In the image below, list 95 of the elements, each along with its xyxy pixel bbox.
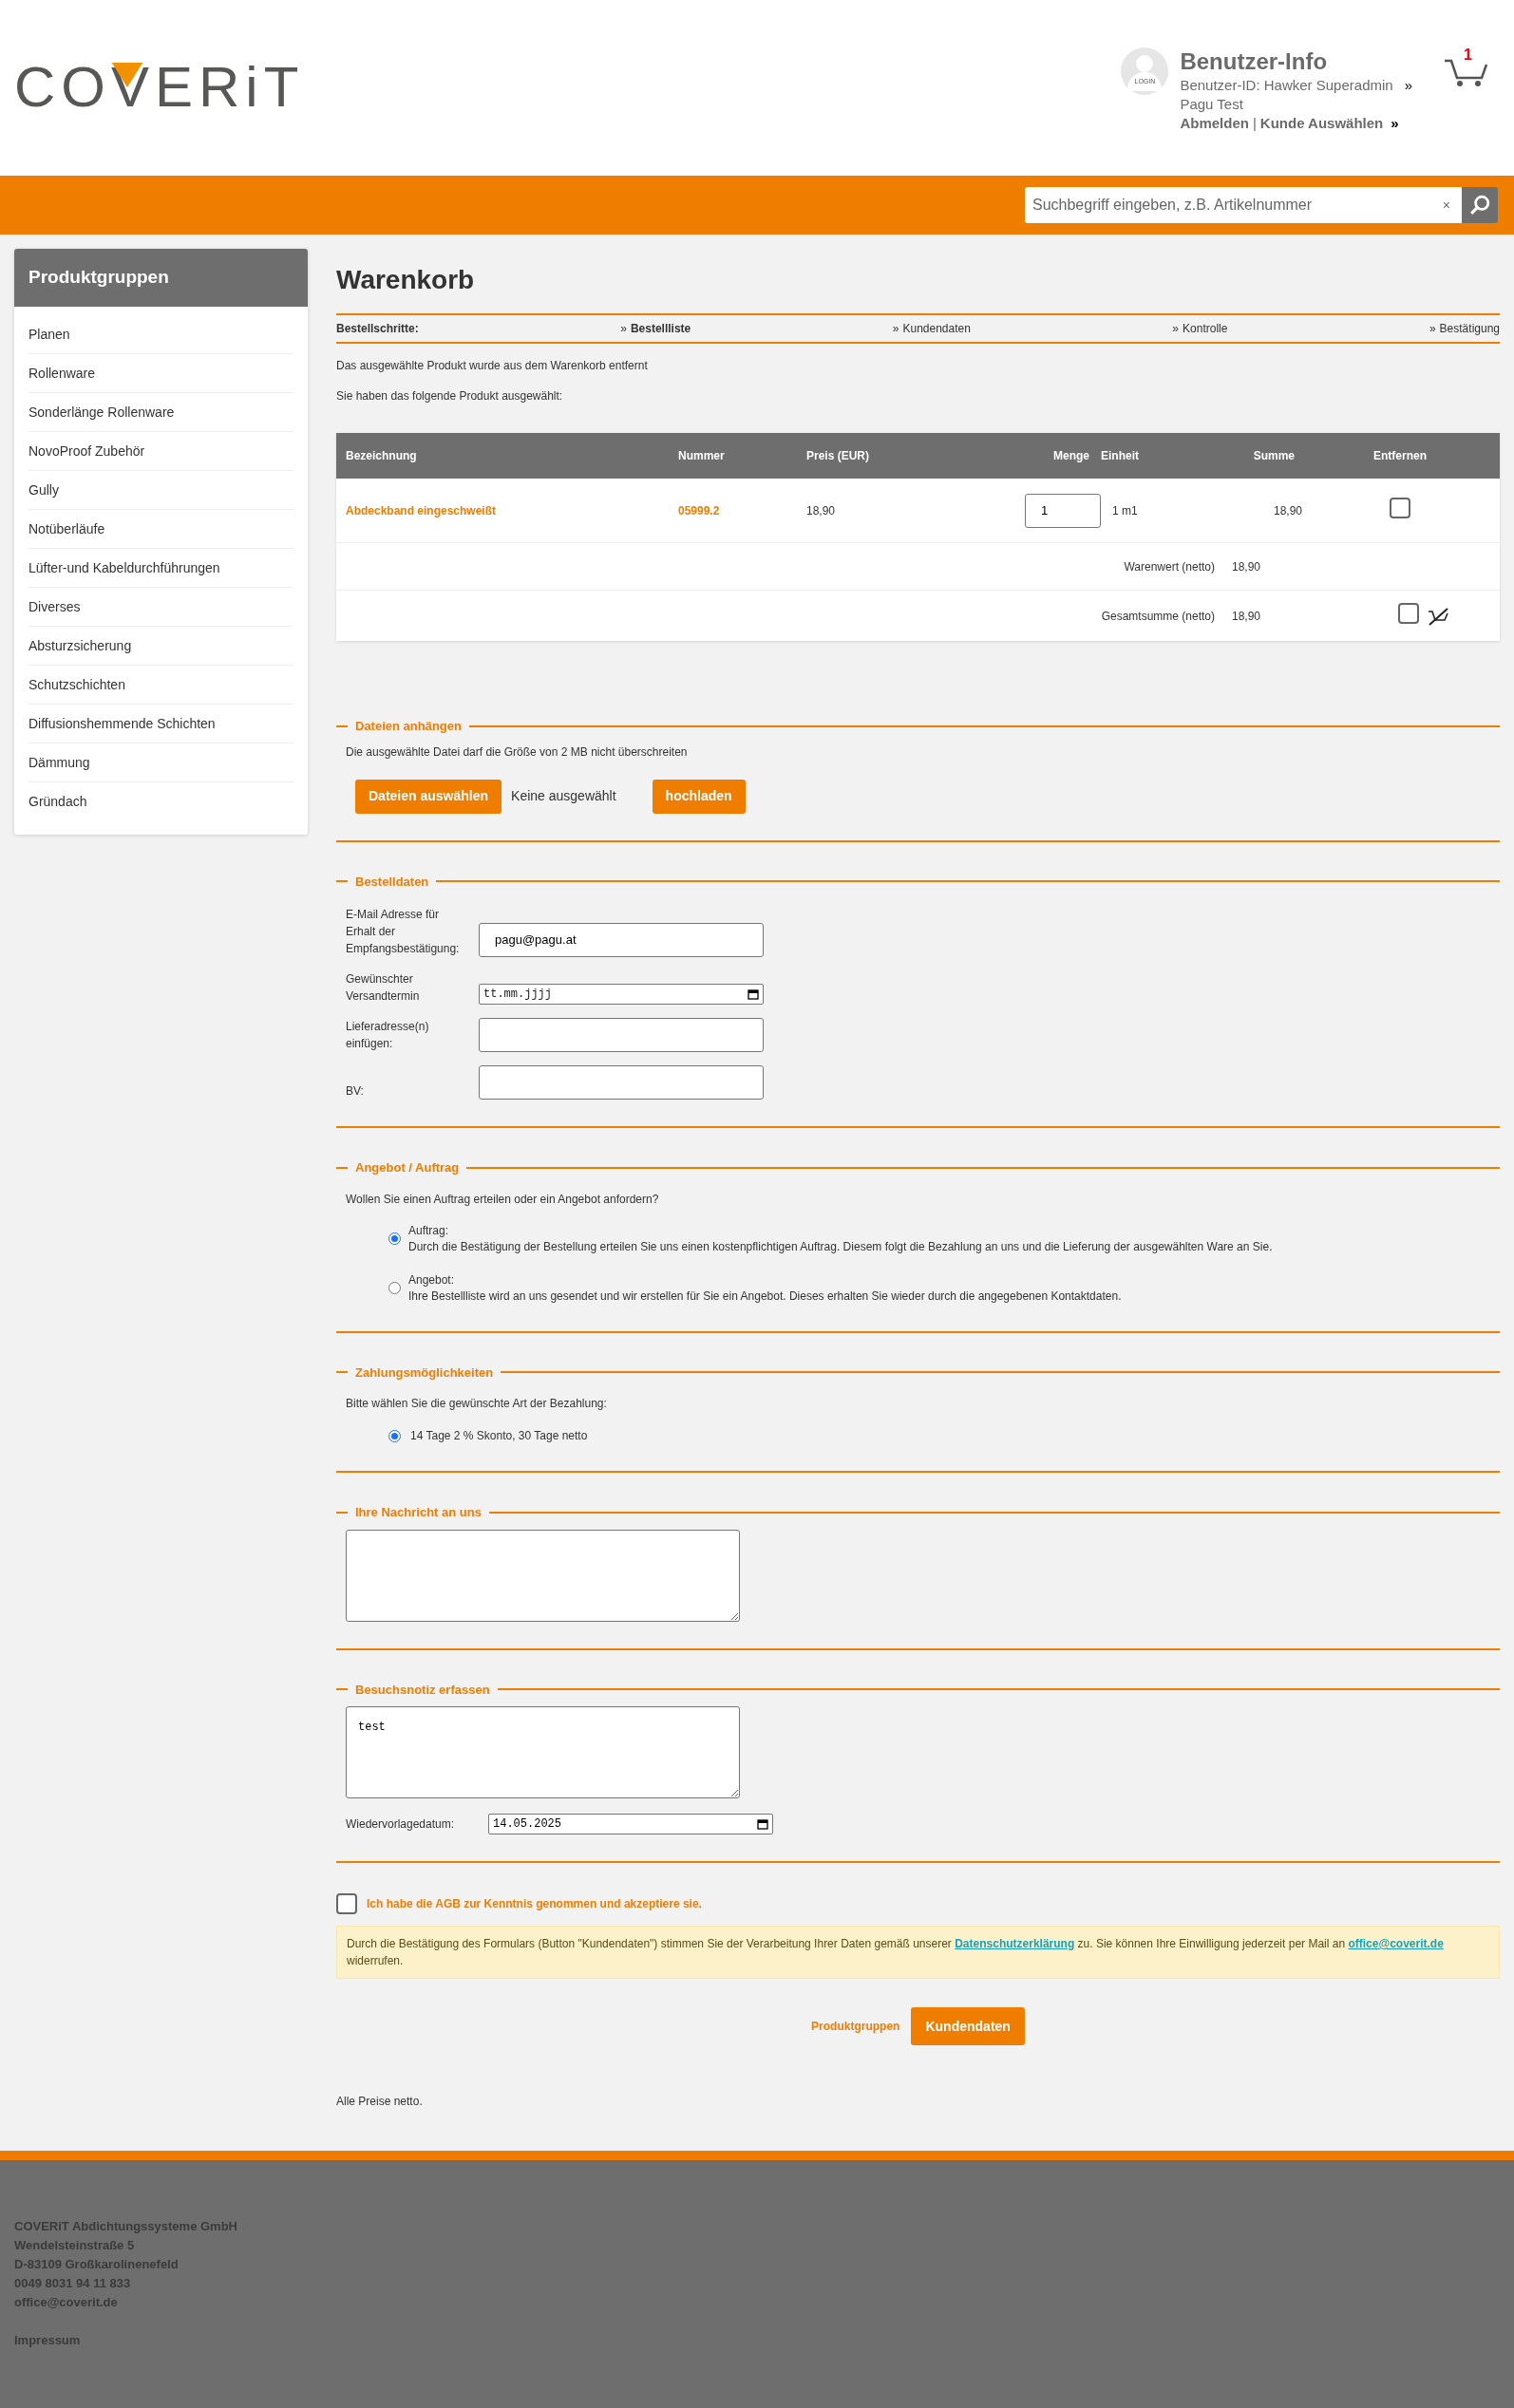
sidebar-item[interactable]: Gründach	[28, 782, 293, 821]
user-id: Benutzer-ID: Hawker Superadmin	[1180, 76, 1393, 95]
quantity-field[interactable]: 1	[1025, 493, 1101, 528]
option-description: Durch die Bestätigung der Bestellung erteilen Sie uns einen kostenpflichtigen Auftrag. Diesem folgt die Bezahlung an uns und die Lieferung der ausgewählten Ware an Sie.	[408, 1238, 1273, 1255]
search-button[interactable]	[1462, 187, 1498, 223]
field-label: Wiedervorlagedatum:	[346, 1816, 456, 1833]
table-cell-text: 18,90	[806, 502, 837, 519]
checkbox[interactable]	[336, 1893, 357, 1914]
steps-label: Bestellschritte:	[336, 321, 419, 337]
cart-button[interactable]: 1	[1443, 47, 1490, 87]
section-legend: Ihre Nachricht an uns	[355, 1503, 482, 1522]
total-value: 18,90	[1232, 608, 1261, 625]
user-info-title: Benutzer-Info	[1180, 47, 1329, 76]
field-label: BV:	[346, 1083, 365, 1100]
section-legend: Besuchsnotiz erfassen	[355, 1680, 490, 1699]
sidebar-item[interactable]: Sonderlänge Rollenware	[28, 393, 293, 432]
cart-count: 1	[1464, 46, 1472, 65]
select-customer-link[interactable]: Kunde Auswählen	[1259, 114, 1384, 133]
message-field[interactable]	[346, 1529, 740, 1622]
product-number: 05999.2	[678, 502, 721, 519]
section-legend: Zahlungsmöglichkeiten	[355, 1363, 494, 1382]
date-field[interactable]: 14.05.2025	[488, 1814, 773, 1834]
radio-button[interactable]	[388, 1232, 401, 1245]
sidebar-item[interactable]: Schutzschichten	[28, 666, 293, 705]
column-header: Nummer	[678, 448, 726, 464]
field-label: E-Mail Adresse für Erhalt der Empfangsbestätigung:	[346, 907, 461, 957]
calendar-icon[interactable]	[748, 988, 759, 1000]
status-message: Das ausgewählte Produkt wurde aus dem Warenkorb entfernt	[336, 358, 649, 374]
chevron-icon: »	[1404, 76, 1412, 95]
payment-question: Bitte wählen Sie die gewünschte Art der Bezahlung:	[346, 1396, 608, 1412]
section-legend: Dateien anhängen	[355, 717, 462, 736]
chevron-icon: »	[1391, 114, 1399, 133]
option-title: Angebot:	[408, 1271, 456, 1289]
status-message: Sie haben das folgende Produkt ausgewählt:	[336, 388, 564, 404]
chevron-icon: »	[1172, 320, 1180, 337]
table-cell-text: 1 m1	[1112, 502, 1139, 519]
upload-hint: Die ausgewählte Datei darf die Größe von 2 MB nicht überschreiten	[346, 743, 689, 761]
text-field[interactable]: pagu@pagu.at	[479, 923, 764, 957]
net-value: 18,90	[1232, 558, 1261, 575]
order-step: Kontrolle	[1183, 320, 1228, 337]
date-field[interactable]: tt.mm.jjjj	[479, 984, 764, 1005]
checkbox[interactable]	[1390, 498, 1410, 518]
column-header: Entfernen	[1373, 448, 1427, 464]
chevron-icon: »	[892, 320, 899, 337]
column-header: Summe	[1253, 448, 1295, 464]
section-legend: Angebot / Auftrag	[355, 1158, 460, 1177]
order-step: Bestellliste	[630, 320, 691, 337]
column-header: Menge	[1053, 448, 1089, 464]
sidebar-item[interactable]: Absturzsicherung	[28, 627, 293, 666]
sidebar-item[interactable]: Diverses	[28, 588, 293, 627]
logout-link[interactable]: Abmelden	[1180, 114, 1249, 133]
search-field[interactable]: Suchbegriff eingeben, z.B. Artikelnummer ×	[1025, 187, 1462, 223]
radio-button[interactable]	[388, 1282, 401, 1294]
price-note: Alle Preise netto.	[336, 2094, 424, 2110]
separator: |	[1252, 114, 1257, 133]
option-title: Auftrag:	[408, 1222, 450, 1239]
sidebar-item[interactable]: Planen	[28, 315, 293, 354]
column-header: Bezeichnung	[346, 448, 418, 464]
sidebar-item[interactable]: Lüfter-und Kabeldurchführungen	[28, 549, 293, 588]
sidebar-item[interactable]: Notüberläufe	[28, 510, 293, 549]
checkbox[interactable]	[1398, 603, 1420, 624]
crossed-cart-icon[interactable]	[1427, 606, 1450, 626]
section-legend: Bestelldaten	[355, 872, 429, 891]
column-header: Preis (EUR)	[806, 448, 871, 464]
field-label: Gewünschter Versandtermin	[346, 971, 421, 1005]
text-field[interactable]	[479, 1065, 764, 1100]
order-step: Bestätigung	[1439, 320, 1500, 337]
logo[interactable]: COVERiT	[14, 59, 305, 116]
sidebar-item[interactable]: Rollenware	[28, 354, 293, 393]
radio-button[interactable]	[388, 1429, 401, 1442]
calendar-icon[interactable]	[757, 1818, 768, 1830]
consent-notice: Durch die Bestätigung des Formulars (Button "Kundendaten") stimmen Sie der Verarbeitung Ihrer Daten gemäß unserer Datenschutzerklärung zu. Sie können Ihre Einwilligung jederzeit per Mail an office@coverit.de widerrufen.	[336, 1926, 1500, 1979]
visit-note-field[interactable]: test	[346, 1706, 740, 1798]
sidebar-header: Produktgruppen	[14, 249, 308, 307]
search-icon	[1469, 195, 1490, 216]
text-field[interactable]	[479, 1018, 764, 1052]
offer-question: Wollen Sie einen Auftrag erteilen oder ein Angebot anfordern?	[346, 1191, 660, 1208]
option-description: Ihre Bestellliste wird an uns gesendet und wir erstellen für Sie ein Angebot. Dieses erhalten Sie wieder durch die angegebenen Kontaktdaten.	[408, 1288, 1122, 1305]
sidebar-item[interactable]: Dämmung	[28, 743, 293, 782]
field-label: Lieferadresse(n) einfügen:	[346, 1019, 430, 1052]
sidebar-item[interactable]: NovoProof Zubehör	[28, 432, 293, 471]
clear-button[interactable]: ×	[1438, 195, 1454, 216]
order-step: Kundendaten	[902, 320, 971, 337]
sidebar-item[interactable]: Diffusionshemmende Schichten	[28, 705, 293, 743]
net-label: Warenwert (netto)	[1123, 558, 1215, 575]
sidebar-item[interactable]: Gully	[28, 471, 293, 510]
chevron-icon: »	[620, 320, 627, 337]
column-header: Einheit	[1101, 448, 1140, 464]
page-title: Warenkorb	[336, 264, 476, 296]
user-name: Pagu Test	[1180, 95, 1244, 114]
table-cell-text: 18,90	[1273, 502, 1302, 519]
payment-option[interactable]: 14 Tage 2 % Skonto, 30 Tage netto	[410, 1427, 588, 1444]
total-label: Gesamtsumme (netto)	[1100, 608, 1215, 625]
file-status: Keine ausgewählt	[511, 787, 616, 805]
chevron-icon: »	[1429, 320, 1436, 337]
